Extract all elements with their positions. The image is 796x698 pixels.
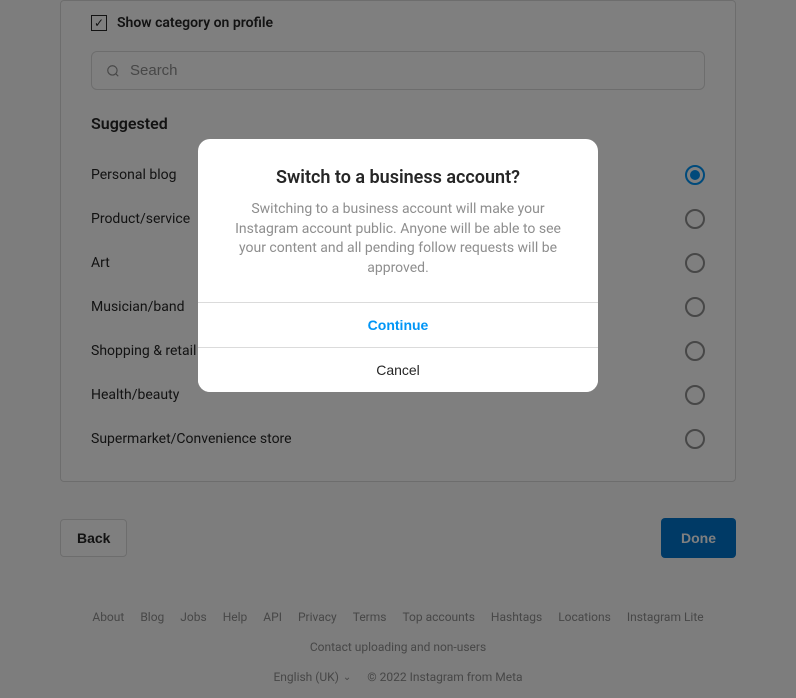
switch-account-modal: Switch to a business account? Switching … xyxy=(198,139,598,392)
modal-text: Switching to a business account will mak… xyxy=(228,200,568,278)
continue-button[interactable]: Continue xyxy=(198,302,598,347)
modal-body: Switch to a business account? Switching … xyxy=(198,139,598,302)
cancel-button[interactable]: Cancel xyxy=(198,347,598,392)
modal-overlay[interactable]: Switch to a business account? Switching … xyxy=(0,0,796,698)
modal-title: Switch to a business account? xyxy=(228,167,568,188)
